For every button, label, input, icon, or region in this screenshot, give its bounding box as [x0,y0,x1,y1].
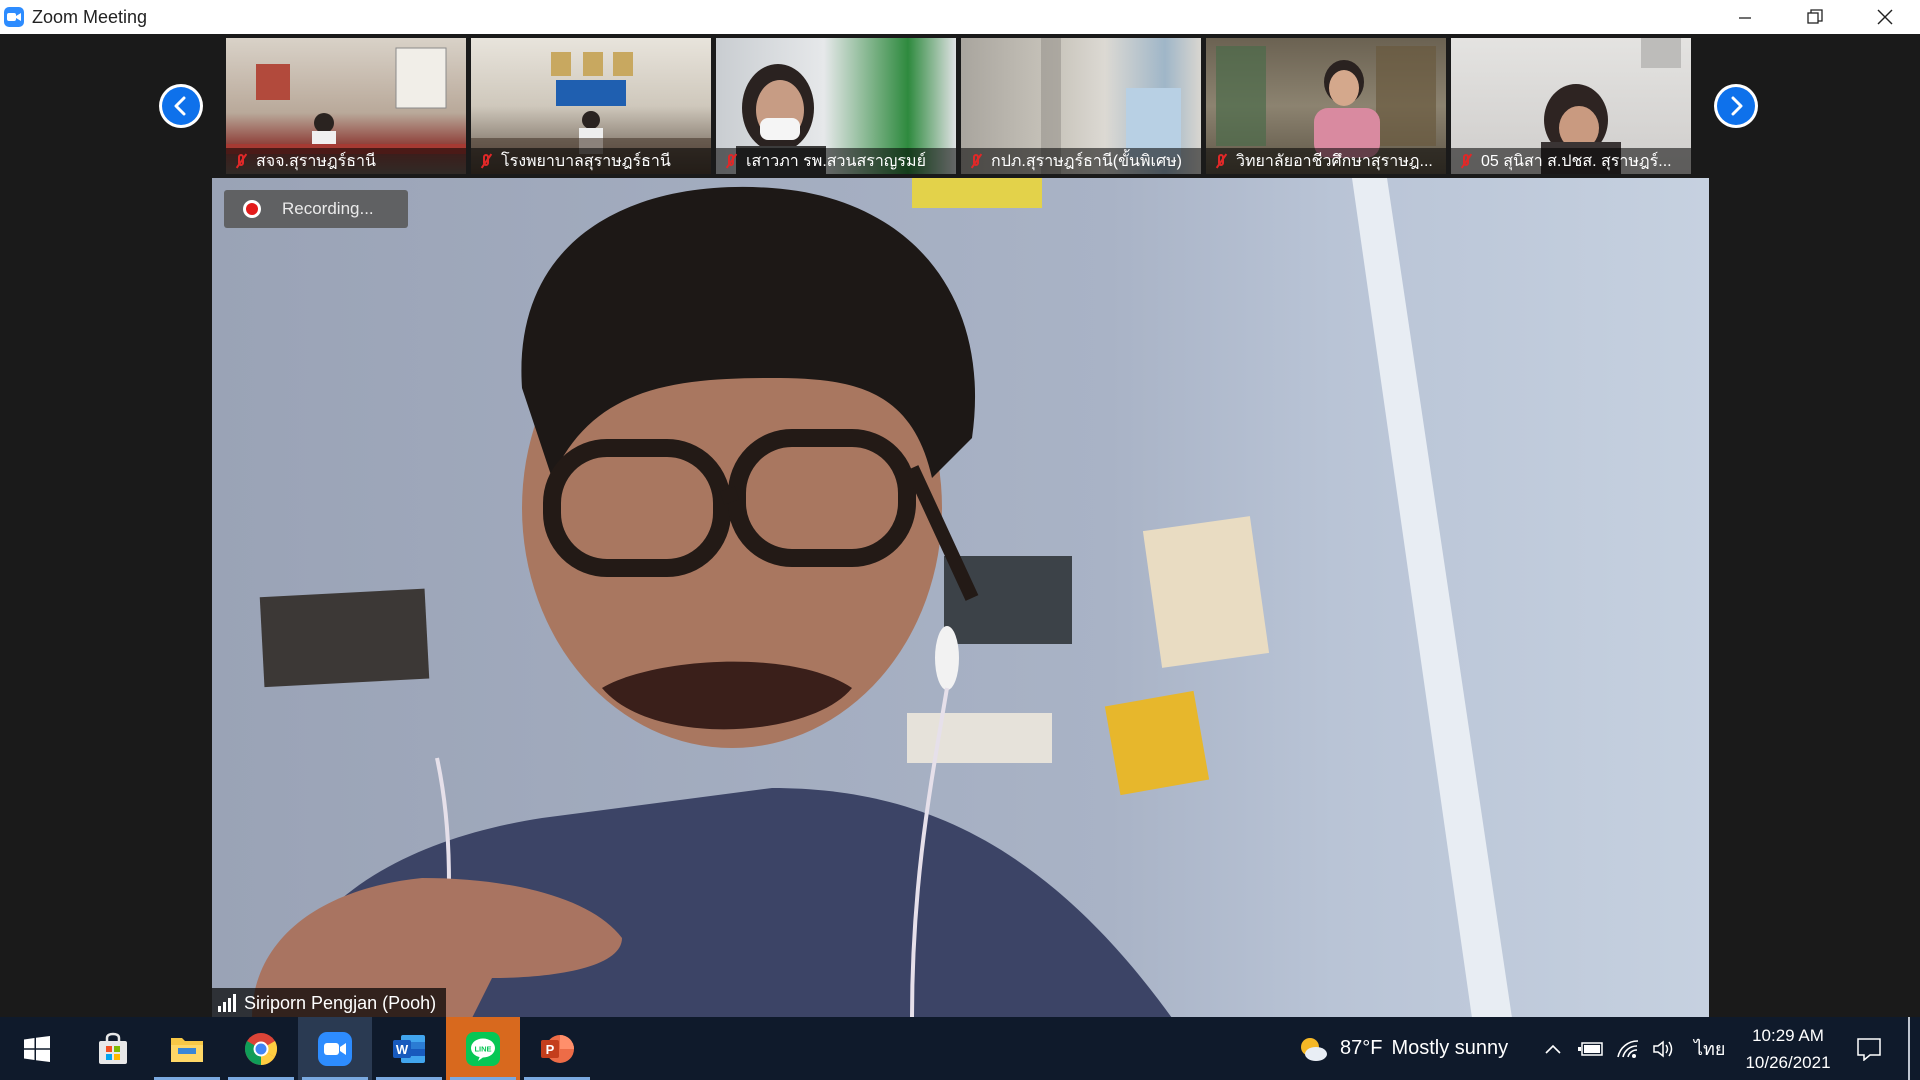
recording-label: Recording... [282,199,374,218]
battery-button[interactable] [1578,1017,1604,1080]
minimize-button[interactable] [1710,0,1780,34]
speaker-volume-icon [1653,1039,1673,1058]
taskbar-line[interactable]: LINE [446,1017,520,1080]
zoom-icon [318,1031,352,1066]
svg-text:W: W [396,1042,409,1057]
powerpoint-icon: P [541,1034,574,1063]
close-button[interactable] [1850,0,1920,34]
participant-namebar: โรงพยาบาลสุราษฎร์ธานี [471,148,711,174]
taskbar-file-explorer[interactable] [150,1017,224,1080]
participant-namebar: 05 สุนิสา ส.ปชส. สุราษฎร์... [1451,148,1691,174]
taskbar-zoom[interactable] [298,1017,372,1080]
taskbar-powerpoint[interactable]: P [520,1017,594,1080]
input-language-label: ไทย [1694,1039,1726,1059]
restore-button[interactable] [1780,0,1850,34]
participant-name: 05 สุนิสา ส.ปชส. สุราษฎร์... [1481,152,1672,170]
participant-namebar: วิทยาลัยอาชีวศึกษาสุราษฎ... [1206,148,1446,174]
notification-icon [1857,1037,1881,1061]
network-button[interactable] [1616,1017,1640,1080]
weather-temperature: 87°F [1340,1037,1383,1059]
show-desktop-button[interactable] [1908,1017,1910,1080]
store-bag-icon [99,1032,127,1064]
taskbar-word[interactable]: W [372,1017,446,1080]
word-icon: W [393,1034,425,1063]
speaker-name: Siriporn Pengjan (Pooh) [244,992,437,1013]
participant-tile[interactable]: วิทยาลัยอาชีวศึกษาสุราษฎ... [1206,38,1446,174]
participant-namebar: สจจ.สุราษฎร์ธานี [226,148,466,174]
participant-tile[interactable]: 05 สุนิสา ส.ปชส. สุราษฎร์... [1451,38,1691,174]
gallery-next-button[interactable] [1714,84,1758,128]
gallery-prev-button[interactable] [159,84,203,128]
show-hidden-icons-button[interactable] [1544,1017,1562,1080]
volume-button[interactable] [1652,1017,1676,1080]
participant-tile[interactable]: กปภ.สุราษฎร์ธานี(ขั้นพิเศษ) [961,38,1201,174]
participant-name: กปภ.สุราษฎร์ธานี(ขั้นพิเศษ) [991,152,1182,170]
clock-date: 10/26/2021 [1745,1052,1831,1072]
participant-namebar: กปภ.สุราษฎร์ธานี(ขั้นพิเศษ) [961,148,1201,174]
wifi-icon [1617,1039,1639,1058]
zoom-app-icon [4,7,24,27]
chevron-up-icon [1545,1044,1561,1054]
taskbar-store[interactable] [76,1017,150,1080]
partly-sunny-icon [1301,1037,1327,1061]
mic-muted-icon [1457,152,1475,170]
speaker-namebar: Siriporn Pengjan (Pooh) [212,988,447,1018]
windows-taskbar: W LINE P 87°F Mostly sunny ไทย 10:29 AM … [0,1017,1920,1080]
window-titlebar: Zoom Meeting [0,0,1920,34]
participant-name: สจจ.สุราษฎร์ธานี [256,152,376,170]
participant-tile[interactable]: เสาวภา รพ.สวนสราญรมย์ [716,38,956,174]
windows-logo-icon [24,1035,50,1062]
clock-button[interactable]: 10:29 AM 10/26/2021 [1740,1017,1836,1080]
recording-indicator[interactable]: Recording... [224,190,408,228]
mic-muted-icon [232,152,250,170]
chevron-left-icon [162,87,200,125]
window-title: Zoom Meeting [32,6,148,27]
participant-name: เสาวภา รพ.สวนสราญรมย์ [746,152,926,170]
mic-muted-icon [722,152,740,170]
chevron-right-icon [1717,87,1755,125]
action-center-button[interactable] [1856,1017,1882,1080]
input-language-button[interactable]: ไทย [1694,1017,1725,1080]
participant-name: วิทยาลัยอาชีวศึกษาสุราษฎ... [1236,152,1433,170]
record-dot-icon [246,203,258,215]
weather-widget[interactable]: 87°F Mostly sunny [1298,1017,1508,1080]
line-icon: LINE [466,1031,500,1066]
clock-time: 10:29 AM [1752,1025,1824,1045]
participant-namebar: เสาวภา รพ.สวนสราญรมย์ [716,148,956,174]
weather-condition: Mostly sunny [1391,1037,1509,1059]
svg-text:P: P [546,1042,555,1057]
battery-icon [1578,1041,1603,1056]
participant-tile[interactable]: โรงพยาบาลสุราษฎร์ธานี [471,38,711,174]
mic-muted-icon [967,152,985,170]
svg-text:LINE: LINE [474,1044,491,1053]
participant-name: โรงพยาบาลสุราษฎร์ธานี [501,152,671,170]
chrome-icon [244,1032,278,1065]
participant-strip: สจจ.สุราษฎร์ธานี โรงพยาบาลสุราษฎร์ธานี เ… [226,38,1691,174]
connection-signal-icon [218,994,236,1012]
mic-muted-icon [1212,152,1230,170]
participant-tile[interactable]: สจจ.สุราษฎร์ธานี [226,38,466,174]
mic-muted-icon [477,152,495,170]
active-speaker-video: Recording... Siriporn Pengjan (Pooh) [212,178,1709,1018]
start-button[interactable] [0,1017,74,1080]
speaker-video-image [212,178,1709,1018]
folder-icon [171,1037,203,1062]
taskbar-chrome[interactable] [224,1017,298,1080]
